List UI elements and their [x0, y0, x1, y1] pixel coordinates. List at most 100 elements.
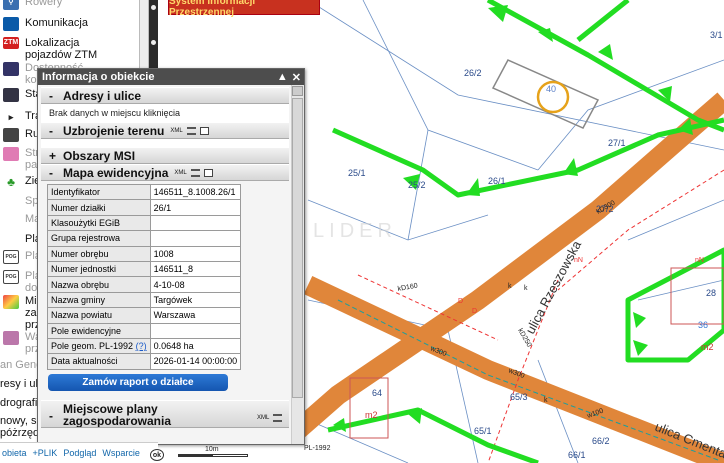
header-tab[interactable]: System Informacji Przestrzennej — [168, 0, 320, 18]
parcel-label: 65/1 — [474, 426, 492, 436]
planning-icon — [3, 233, 19, 247]
section-title: Miejscowe plany zagospodarowania przestr… — [63, 402, 172, 427]
row-key: Numer działki — [47, 199, 151, 216]
utility-label: kD160 — [397, 283, 418, 293]
collapse-toggle[interactable]: - — [49, 403, 63, 422]
parcel-label: m2 — [365, 410, 378, 420]
panel-titlebar[interactable]: Informacja o obiekcie ▲ ✕ — [38, 69, 304, 85]
minimize-icon[interactable]: ▲ — [277, 71, 288, 84]
list-icon[interactable] — [190, 168, 200, 177]
row-value: Warszawa — [149, 307, 242, 324]
row-value: 4-10-08 — [149, 276, 242, 293]
collapse-toggle[interactable]: - — [49, 124, 63, 138]
object-info-panel: Informacja o obiekcie ▲ ✕ - Adresy i uli… — [37, 68, 305, 445]
table-row: Identyfikator 146511_8.1008.26/1 — [47, 183, 242, 201]
footer-link[interactable]: Podgląd — [63, 448, 96, 458]
parcel-label: 65/3 — [510, 392, 528, 402]
print-icon[interactable] — [199, 126, 209, 135]
panel-title: Informacja o obiekcie — [42, 71, 155, 83]
xml-export-icon[interactable]: XML — [170, 128, 182, 134]
parcel-label: 66/1 — [568, 450, 586, 460]
help-link[interactable]: (?) — [136, 341, 147, 351]
table-row: Numer działki 26/1 — [47, 199, 242, 216]
utility-label: k — [544, 397, 548, 404]
row-key: Numer obrębu — [47, 245, 151, 262]
scale-bar: ok 10m PL-1992 — [150, 445, 388, 463]
row-key: Identyfikator — [47, 183, 151, 201]
expand-toggle[interactable]: + — [49, 149, 63, 163]
parcel-label: 64 — [372, 388, 382, 398]
row-value — [149, 214, 242, 232]
utility-label: nN — [574, 257, 583, 264]
row-value — [149, 230, 242, 247]
row-key: Nazwa gminy — [47, 291, 151, 309]
section-adresy[interactable]: - Adresy i ulice — [41, 87, 289, 104]
sidebar-item-label: Komunikacja — [25, 17, 88, 29]
grip-dot — [151, 5, 156, 10]
row-value: 1008 — [149, 245, 242, 262]
panel-scrollbar[interactable] — [291, 85, 304, 444]
section-mapa[interactable]: - Mapa ewidencyjna XML — [41, 164, 289, 181]
parcel-label: m2 — [701, 342, 714, 352]
footer-link[interactable]: +PLIK — [33, 448, 58, 458]
scroll-thumb[interactable] — [292, 98, 303, 398]
sidebar-item-rowery[interactable]: ⚲ Rowery — [0, 0, 139, 10]
sport-icon — [3, 195, 19, 209]
table-row: Pole ewidencyjne — [47, 322, 242, 339]
utility-label: k — [524, 285, 528, 292]
scroll-up-arrow[interactable] — [292, 86, 303, 96]
table-row: Pole geom. PL-1992 (?) 0.0648 ha — [47, 337, 242, 355]
section-mpzp[interactable]: - Miejscowe plany zagospodarowania przes… — [41, 399, 289, 428]
table-row: Nazwa obrębu 4-10-08 — [47, 276, 242, 293]
parcel-label: 26/1 — [488, 176, 506, 186]
table-row: Nazwa gminy Targówek — [47, 291, 242, 309]
poq-icon-2: POG — [3, 270, 19, 284]
row-value: 26/1 — [149, 199, 242, 216]
print-icon[interactable] — [203, 168, 213, 177]
row-key: Data aktualności — [47, 353, 151, 370]
parcel-label: 28 — [706, 288, 716, 298]
scale-label: 10m — [205, 446, 219, 453]
section-title: Adresy i ulice — [63, 88, 142, 103]
list-icon[interactable] — [186, 126, 196, 135]
row-value: 2026-01-14 00:00:00 — [149, 353, 242, 370]
row-key: Numer jednostki — [47, 260, 151, 278]
footer-link[interactable]: obieta — [2, 448, 27, 458]
sidebar-item-ztm[interactable]: ZTM Lokalizacja pojazdów ZTM — [0, 37, 139, 61]
section-msi[interactable]: + Obszary MSI — [41, 147, 289, 164]
collapse-toggle[interactable]: - — [49, 89, 63, 103]
section-uzbrojenie[interactable]: - Uzbrojenie terenu XML — [41, 122, 289, 139]
table-row: Grupa rejestrowa — [47, 230, 242, 247]
row-key: Pole geom. PL-1992 (?) — [47, 337, 151, 355]
bus-icon — [3, 17, 19, 31]
zone-icon — [3, 147, 19, 161]
table-row: Numer jednostki 146511_8 — [47, 260, 242, 278]
parcel-label: 66/2 — [592, 436, 610, 446]
ok-button[interactable]: ok — [150, 449, 164, 461]
crs-label: PL-1992 — [304, 445, 331, 452]
row-value — [149, 322, 242, 339]
order-report-button[interactable]: Zamów raport o działce — [48, 373, 228, 391]
mpzp-icon — [3, 295, 19, 309]
table-row: Nazwa powiatu Warszawa — [47, 307, 242, 324]
empty-result-note: Brak danych w miejscu kliknięcia — [41, 104, 289, 122]
building — [670, 267, 724, 325]
tree-icon: ♣ — [7, 175, 15, 189]
footer-link[interactable]: Wsparcie — [102, 448, 140, 458]
xml-export-icon[interactable]: XML — [257, 412, 269, 424]
scale-graphic — [178, 454, 248, 457]
selected-building — [491, 59, 600, 129]
poq-icon: POG — [3, 250, 19, 264]
collapse-toggle[interactable]: - — [49, 166, 63, 180]
parcel-label: 25/2 — [408, 180, 426, 190]
bus-stop-icon — [3, 62, 19, 76]
list-icon[interactable] — [273, 413, 283, 422]
sidebar-item-komunikacja[interactable]: Komunikacja — [0, 17, 139, 31]
sidebar-item-label: Lokalizacja pojazdów ZTM — [25, 37, 98, 61]
spacer — [41, 139, 289, 147]
row-value: Targówek — [149, 291, 242, 309]
close-icon[interactable]: ✕ — [292, 71, 301, 84]
row-value: 146511_8 — [149, 260, 242, 278]
xml-export-icon[interactable]: XML — [174, 170, 186, 176]
